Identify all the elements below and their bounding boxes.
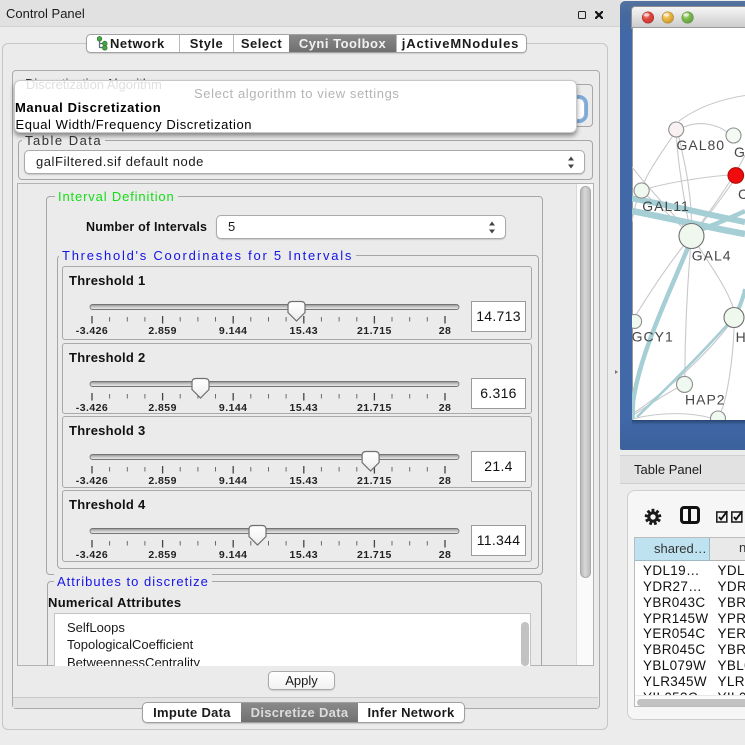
svg-text:HAP2: HAP2 <box>685 392 726 408</box>
svg-text:GA: GA <box>734 144 745 160</box>
svg-text:C: C <box>738 186 745 202</box>
svg-text:H: H <box>736 329 745 345</box>
svg-text:GAL4: GAL4 <box>692 248 732 264</box>
svg-text:GAL11: GAL11 <box>642 198 690 214</box>
svg-text:GAL80: GAL80 <box>677 137 726 153</box>
svg-text:GCY1: GCY1 <box>632 329 674 345</box>
